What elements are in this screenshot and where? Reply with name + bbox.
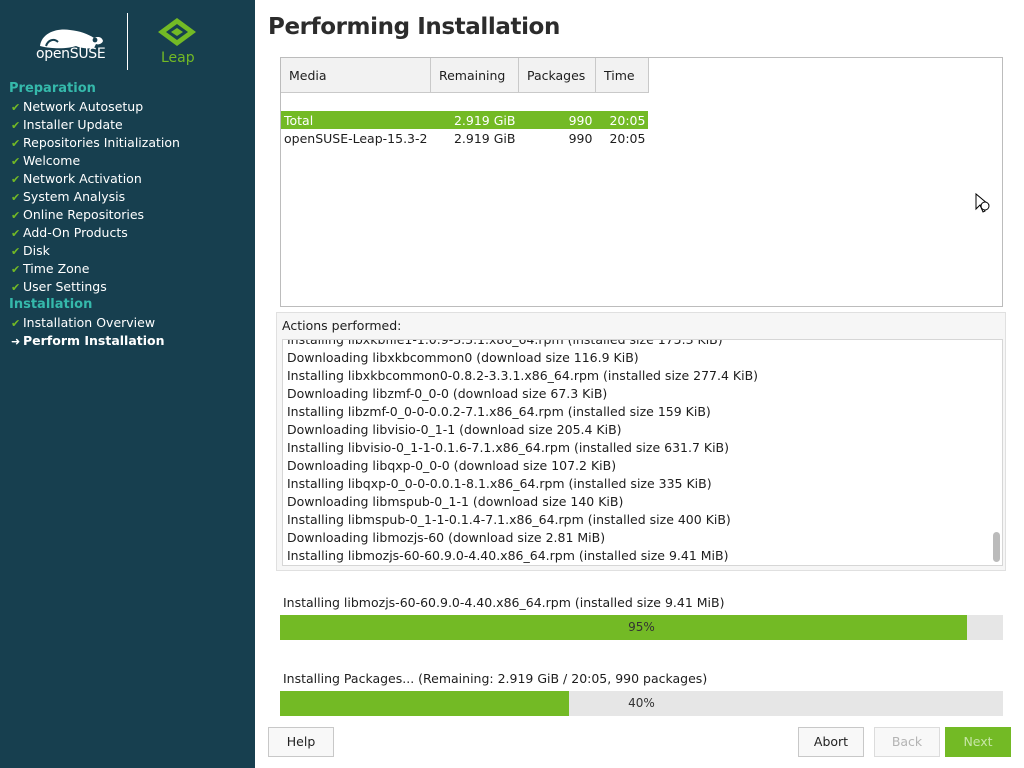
step-item: ✔ Add-On Products [0, 224, 255, 242]
step-label: Disk [23, 243, 50, 258]
step-label: Welcome [23, 153, 81, 168]
log-line: Installing libvisio-0_1-1-0.1.6-7.1.x86_… [287, 440, 729, 455]
log-line: Downloading libzmf-0_0-0 (download size … [287, 386, 608, 401]
step-item: ✔ Disk [0, 242, 255, 260]
check-icon: ✔ [11, 191, 21, 204]
cell-packages: 990 [518, 111, 596, 129]
check-icon: ✔ [11, 227, 21, 240]
check-icon: ✔ [11, 119, 21, 132]
step-item: ✔ Network Activation [0, 170, 255, 188]
step-label: Installation Overview [23, 315, 156, 330]
check-icon: ✔ [11, 317, 21, 330]
next-button[interactable]: Next [945, 727, 1011, 757]
cell-time: 20:05 [595, 111, 649, 129]
sidebar: openSUSE Leap Preparation ✔ Network Autos… [0, 0, 255, 768]
step-item: ✔ Time Zone [0, 260, 255, 278]
step-item: ✔ Online Repositories [0, 206, 255, 224]
step-label: Installer Update [23, 117, 123, 132]
mouse-cursor-icon [975, 192, 990, 213]
check-icon: ✔ [11, 155, 21, 168]
step-item: ✔ Repositories Initialization [0, 134, 255, 152]
log-line: Downloading libqxp-0_0-0 (download size … [287, 458, 617, 473]
step-label: Perform Installation [23, 333, 165, 348]
step-label: Time Zone [23, 261, 90, 276]
step-item: ✔ User Settings [0, 278, 255, 296]
step-label: Add-On Products [23, 225, 128, 240]
total-progress-text: 40% [628, 696, 655, 710]
back-button[interactable]: Back [874, 727, 940, 757]
check-icon: ✔ [11, 209, 21, 222]
step-label: Network Autosetup [23, 99, 144, 114]
check-icon: ✔ [11, 281, 21, 294]
logo-divider [127, 13, 128, 70]
column-header-packages[interactable]: Packages [518, 58, 596, 93]
leap-logo-icon [158, 18, 196, 46]
step-item: ✔ System Analysis [0, 188, 255, 206]
log-scrollbar[interactable] [993, 532, 1000, 562]
step-section-title: Installation [9, 297, 93, 312]
log-line: Downloading libmozjs-60 (download size 2… [287, 530, 606, 545]
step-label: Network Activation [23, 171, 142, 186]
step-section-title: Preparation [9, 81, 96, 96]
cell-media: openSUSE-Leap-15.3-2 [284, 130, 428, 146]
check-icon: ✔ [11, 137, 21, 150]
check-icon: ✔ [11, 263, 21, 276]
page-title: Performing Installation [268, 14, 560, 40]
column-header-media[interactable]: Media [281, 58, 431, 93]
step-item-current: ➜ Perform Installation [0, 332, 255, 350]
main-content: Performing Installation Media Remaining … [255, 0, 1024, 768]
check-icon: ✔ [11, 173, 21, 186]
package-progress-label: Installing libmozjs-60-60.9.0-4.40.x86_6… [283, 595, 725, 610]
log-line: Downloading libxkbcommon0 (download size… [287, 350, 639, 365]
step-item: ✔ Installer Update [0, 116, 255, 134]
installation-steps: Preparation ✔ Network Autosetup ✔ Installe… [0, 80, 255, 350]
actions-label: Actions performed: [282, 318, 402, 333]
help-button[interactable]: Help [268, 727, 334, 757]
media-table[interactable]: Media Remaining Packages Time Total 2.91… [280, 57, 1003, 307]
step-label: Repositories Initialization [23, 135, 180, 150]
column-header-remaining[interactable]: Remaining [430, 58, 519, 93]
opensuse-wordmark: openSUSE [36, 46, 106, 62]
log-line: Downloading libvisio-0_1-1 (download siz… [287, 422, 622, 437]
installer-window: openSUSE Leap Preparation ✔ Network Autos… [0, 0, 1024, 768]
cell-remaining: 2.919 GiB [453, 130, 516, 146]
column-header-time[interactable]: Time [595, 58, 649, 93]
step-label: System Analysis [23, 189, 126, 204]
cell-remaining: 2.919 GiB [430, 111, 519, 129]
package-progress-bar: 95% [280, 615, 1003, 640]
log-line: Installing libqxp-0_0-0-0.0.1-8.1.x86_64… [287, 476, 712, 491]
cell-media: Total [281, 111, 431, 129]
step-label: User Settings [23, 279, 107, 294]
log-line: Installing libxkbfile1-1.0.9-3.3.1.x86_6… [287, 339, 723, 347]
package-progress-text: 95% [628, 620, 655, 634]
table-row[interactable]: openSUSE-Leap-15.3-2 2.919 GiB 990 20:05 [281, 129, 648, 147]
step-item: ✔ Network Autosetup [0, 98, 255, 116]
leap-wordmark: Leap [161, 50, 195, 66]
media-table-grid: Media Remaining Packages Time Total 2.91… [281, 58, 649, 147]
log-line: Installing libxkbcommon0-0.8.2-3.3.1.x86… [287, 368, 759, 383]
total-progress-bar: 40% [280, 691, 1003, 716]
check-icon: ✔ [11, 245, 21, 258]
cell-time: 20:05 [609, 130, 646, 146]
step-label: Online Repositories [23, 207, 145, 222]
total-progress-label: Installing Packages... (Remaining: 2.919… [283, 671, 708, 686]
log-line: Installing libmozjs-60-60.9.0-4.40.x86_6… [287, 548, 729, 563]
logo-area: openSUSE Leap [0, 0, 255, 80]
step-item: ✔ Welcome [0, 152, 255, 170]
step-item: ✔ Installation Overview [0, 314, 255, 332]
arrow-right-icon: ➜ [11, 335, 21, 348]
abort-button[interactable]: Abort [798, 727, 864, 757]
log-line: Installing libmspub-0_1-1-0.1.4-7.1.x86_… [287, 512, 731, 527]
log-line: Downloading libmspub-0_1-1 (download siz… [287, 494, 624, 509]
check-icon: ✔ [11, 101, 21, 114]
log-line: Installing libzmf-0_0-0-0.0.2-7.1.x86_64… [287, 404, 711, 419]
actions-log[interactable]: Installing libxkbfile1-1.0.9-3.3.1.x86_6… [282, 339, 1003, 566]
cell-packages: 990 [568, 130, 593, 146]
table-row[interactable]: Total 2.919 GiB 990 20:05 [281, 111, 649, 129]
log-lines: Installing libxkbfile1-1.0.9-3.3.1.x86_6… [287, 339, 759, 565]
actions-performed-group: Actions performed: Installing libxkbfile… [276, 312, 1006, 571]
